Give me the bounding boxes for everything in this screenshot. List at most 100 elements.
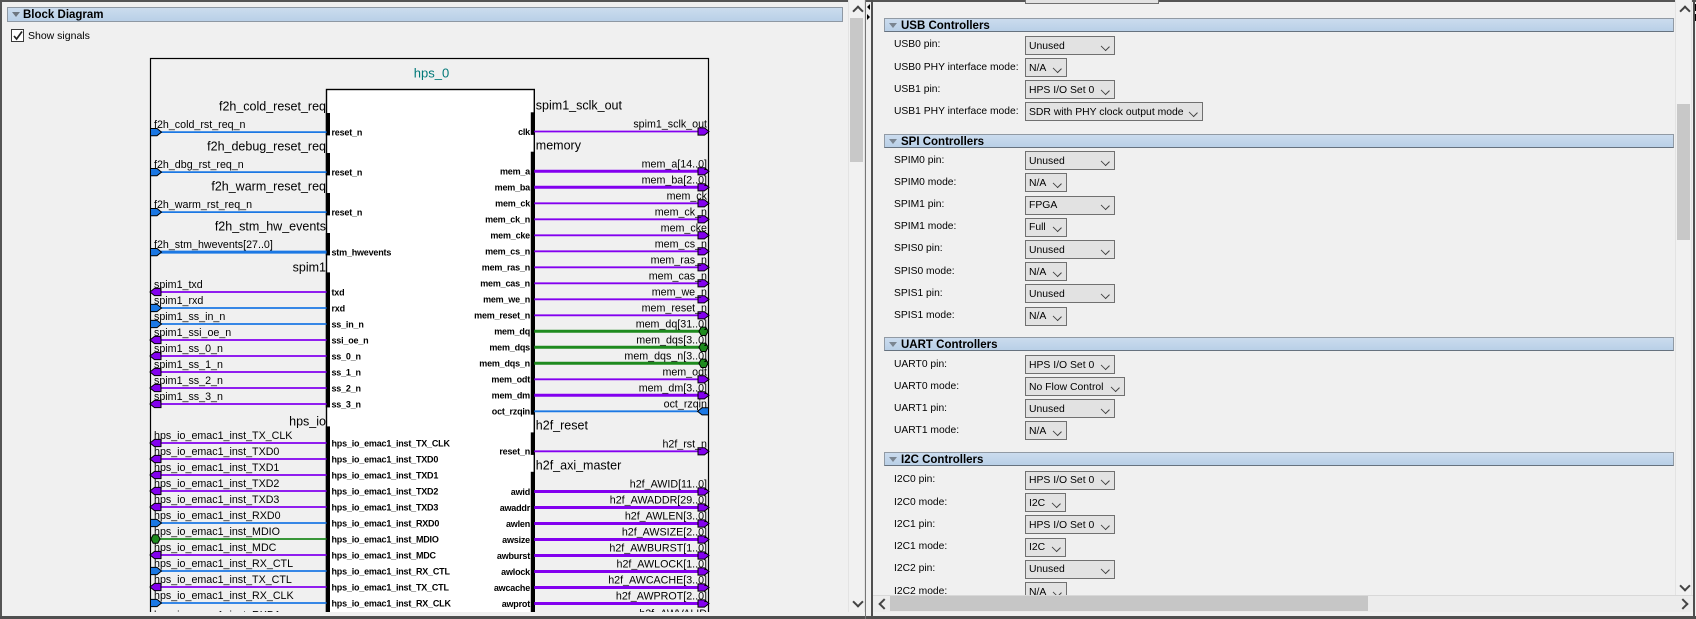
svg-text:mem_a: mem_a bbox=[500, 167, 531, 177]
svg-text:hps_io_emac1_inst_TXD2: hps_io_emac1_inst_TXD2 bbox=[154, 478, 279, 490]
svg-text:hps_io_emac1_inst_TX_CLK: hps_io_emac1_inst_TX_CLK bbox=[332, 438, 451, 448]
svg-text:mem_odt: mem_odt bbox=[662, 366, 707, 378]
svg-text:spim1_ss_in_n: spim1_ss_in_n bbox=[154, 311, 225, 323]
svg-text:reset_n: reset_n bbox=[332, 128, 363, 138]
svg-text:mem_cke: mem_cke bbox=[490, 231, 530, 241]
svg-text:stm_hwevents: stm_hwevents bbox=[332, 248, 392, 258]
svg-text:spim1_txd: spim1_txd bbox=[154, 279, 203, 291]
svg-text:h2f_AWCACHE[3..0]: h2f_AWCACHE[3..0] bbox=[608, 575, 707, 587]
svg-text:mem_cas_n: mem_cas_n bbox=[649, 270, 707, 282]
svg-text:hps_io_emac1_inst_TXD0: hps_io_emac1_inst_TXD0 bbox=[154, 446, 279, 458]
svg-text:ss_2_n: ss_2_n bbox=[332, 383, 361, 393]
svg-text:ss_0_n: ss_0_n bbox=[332, 351, 361, 361]
svg-text:hps_io_emac1_inst_TXD1: hps_io_emac1_inst_TXD1 bbox=[332, 470, 439, 480]
svg-text:mem_ck_n: mem_ck_n bbox=[485, 215, 530, 225]
svg-text:mem_odt: mem_odt bbox=[491, 375, 530, 385]
svg-text:mem_reset_n: mem_reset_n bbox=[642, 302, 707, 314]
svg-text:mem_cs_n: mem_cs_n bbox=[655, 238, 707, 250]
svg-text:hps_io_emac1_inst_RXD0: hps_io_emac1_inst_RXD0 bbox=[154, 510, 281, 522]
svg-text:awprot: awprot bbox=[502, 599, 531, 609]
svg-text:hps_io_emac1_inst_MDC: hps_io_emac1_inst_MDC bbox=[332, 550, 437, 560]
svg-text:hps_0: hps_0 bbox=[414, 66, 449, 81]
svg-text:mem_ck_n: mem_ck_n bbox=[655, 206, 707, 218]
svg-text:spim1_ss_2_n: spim1_ss_2_n bbox=[154, 375, 223, 387]
svg-text:oct_rzqin: oct_rzqin bbox=[664, 398, 707, 410]
svg-text:h2f_AWPROT[2..0]: h2f_AWPROT[2..0] bbox=[616, 591, 707, 603]
svg-text:h2f_AWBURST[1..0]: h2f_AWBURST[1..0] bbox=[609, 543, 707, 555]
svg-text:f2h_warm_reset_req: f2h_warm_reset_req bbox=[211, 179, 326, 193]
svg-text:h2f_axi_master: h2f_axi_master bbox=[536, 459, 621, 473]
svg-text:h2f_AWLEN[3..0]: h2f_AWLEN[3..0] bbox=[625, 511, 707, 523]
svg-text:awcache: awcache bbox=[494, 583, 530, 593]
svg-text:awsize: awsize bbox=[502, 535, 530, 545]
svg-text:spim1_ss_1_n: spim1_ss_1_n bbox=[154, 359, 223, 371]
svg-text:spim1_ss_0_n: spim1_ss_0_n bbox=[154, 343, 223, 355]
svg-text:hps_io: hps_io bbox=[289, 415, 326, 429]
svg-text:hps_io_emac1_inst_MDC: hps_io_emac1_inst_MDC bbox=[154, 542, 277, 554]
svg-text:mem_we_n: mem_we_n bbox=[483, 295, 530, 305]
svg-text:ss_3_n: ss_3_n bbox=[332, 399, 361, 409]
svg-text:mem_reset_n: mem_reset_n bbox=[474, 311, 530, 321]
svg-text:mem_ba: mem_ba bbox=[495, 183, 532, 193]
svg-text:hps_io_emac1_inst_RX_CLK: hps_io_emac1_inst_RX_CLK bbox=[332, 598, 452, 608]
svg-text:f2h_stm_hwevents[27..0]: f2h_stm_hwevents[27..0] bbox=[154, 239, 273, 251]
svg-text:spim1_sclk_out: spim1_sclk_out bbox=[633, 119, 707, 131]
svg-text:f2h_stm_hw_events: f2h_stm_hw_events bbox=[215, 219, 326, 233]
svg-text:mem_dm[3..0]: mem_dm[3..0] bbox=[639, 382, 707, 394]
svg-text:awid: awid bbox=[511, 487, 530, 497]
svg-text:mem_cke: mem_cke bbox=[661, 222, 707, 234]
svg-text:h2f_reset: h2f_reset bbox=[536, 418, 589, 432]
svg-text:hps_io_emac1_inst_MDIO: hps_io_emac1_inst_MDIO bbox=[154, 526, 280, 538]
svg-text:memory: memory bbox=[536, 139, 582, 153]
svg-text:mem_dqs: mem_dqs bbox=[489, 343, 530, 353]
svg-text:h2f_AWLOCK[1..0]: h2f_AWLOCK[1..0] bbox=[617, 559, 708, 571]
svg-text:hps_io_emac1_inst_RX_CTL: hps_io_emac1_inst_RX_CTL bbox=[332, 566, 451, 576]
svg-text:clk: clk bbox=[518, 127, 531, 137]
svg-text:ssi_oe_n: ssi_oe_n bbox=[332, 335, 369, 345]
svg-text:f2h_cold_reset_req: f2h_cold_reset_req bbox=[219, 99, 326, 113]
svg-text:mem_ras_n: mem_ras_n bbox=[482, 263, 530, 273]
svg-text:oct_rzqin: oct_rzqin bbox=[492, 407, 530, 417]
svg-text:mem_ras_n: mem_ras_n bbox=[651, 254, 707, 266]
svg-text:ss_in_n: ss_in_n bbox=[332, 319, 364, 329]
svg-text:hps_io_emac1_inst_TXD0: hps_io_emac1_inst_TXD0 bbox=[332, 454, 439, 464]
svg-text:mem_dm: mem_dm bbox=[492, 391, 531, 401]
svg-text:mem_dq: mem_dq bbox=[494, 327, 530, 337]
svg-text:mem_dqs_n[3..0]: mem_dqs_n[3..0] bbox=[624, 350, 707, 362]
svg-text:f2h_warm_rst_req_n: f2h_warm_rst_req_n bbox=[154, 199, 252, 211]
svg-text:mem_dq[31..0]: mem_dq[31..0] bbox=[636, 318, 707, 330]
svg-text:hps_io_emac1_inst_RX_CLK: hps_io_emac1_inst_RX_CLK bbox=[154, 590, 294, 602]
svg-text:rxd: rxd bbox=[332, 303, 345, 313]
svg-text:reset_n: reset_n bbox=[332, 208, 363, 218]
svg-text:hps_io_emac1_inst_RXD0: hps_io_emac1_inst_RXD0 bbox=[332, 518, 440, 528]
svg-text:mem_cas_n: mem_cas_n bbox=[480, 279, 530, 289]
svg-text:mem_ba[2..0]: mem_ba[2..0] bbox=[642, 174, 707, 186]
svg-text:txd: txd bbox=[332, 287, 345, 297]
svg-text:awaddr: awaddr bbox=[500, 503, 531, 513]
svg-text:awburst: awburst bbox=[497, 551, 530, 561]
svg-text:mem_cs_n: mem_cs_n bbox=[485, 247, 530, 257]
svg-text:h2f_AWSIZE[2..0]: h2f_AWSIZE[2..0] bbox=[622, 527, 707, 539]
svg-text:mem_a[14..0]: mem_a[14..0] bbox=[642, 158, 707, 170]
svg-text:h2f_rst_n: h2f_rst_n bbox=[662, 438, 707, 450]
svg-text:hps_io_emac1_inst_TX_CLK: hps_io_emac1_inst_TX_CLK bbox=[154, 430, 293, 442]
svg-text:hps_io_emac1_inst_TXD3: hps_io_emac1_inst_TXD3 bbox=[154, 494, 279, 506]
svg-text:hps_io_emac1_inst_RX_CTL: hps_io_emac1_inst_RX_CTL bbox=[154, 558, 293, 570]
svg-text:awlen: awlen bbox=[506, 519, 530, 529]
svg-text:hps_io_emac1_inst_TXD2: hps_io_emac1_inst_TXD2 bbox=[332, 486, 439, 496]
svg-text:spim1_rxd: spim1_rxd bbox=[154, 295, 203, 307]
svg-text:awlock: awlock bbox=[501, 567, 531, 577]
svg-text:hps_io_emac1_inst_TXD3: hps_io_emac1_inst_TXD3 bbox=[332, 502, 439, 512]
svg-text:hps_io_emac1_inst_MDIO: hps_io_emac1_inst_MDIO bbox=[332, 534, 439, 544]
svg-text:h2f_AWADDR[29..0]: h2f_AWADDR[29..0] bbox=[610, 495, 707, 507]
svg-text:mem_we_n: mem_we_n bbox=[652, 286, 707, 298]
svg-text:reset_n: reset_n bbox=[499, 447, 530, 457]
svg-text:mem_ck: mem_ck bbox=[495, 199, 531, 209]
svg-text:mem_dqs[3..0]: mem_dqs[3..0] bbox=[636, 334, 707, 346]
svg-text:f2h_cold_rst_req_n: f2h_cold_rst_req_n bbox=[154, 119, 246, 131]
svg-text:mem_dqs_n: mem_dqs_n bbox=[479, 359, 530, 369]
svg-text:mem_ck: mem_ck bbox=[667, 190, 708, 202]
svg-text:h2f_AWVALID: h2f_AWVALID bbox=[639, 608, 707, 612]
svg-text:f2h_dbg_rst_req_n: f2h_dbg_rst_req_n bbox=[154, 159, 244, 171]
svg-text:f2h_debug_reset_req: f2h_debug_reset_req bbox=[207, 139, 326, 153]
